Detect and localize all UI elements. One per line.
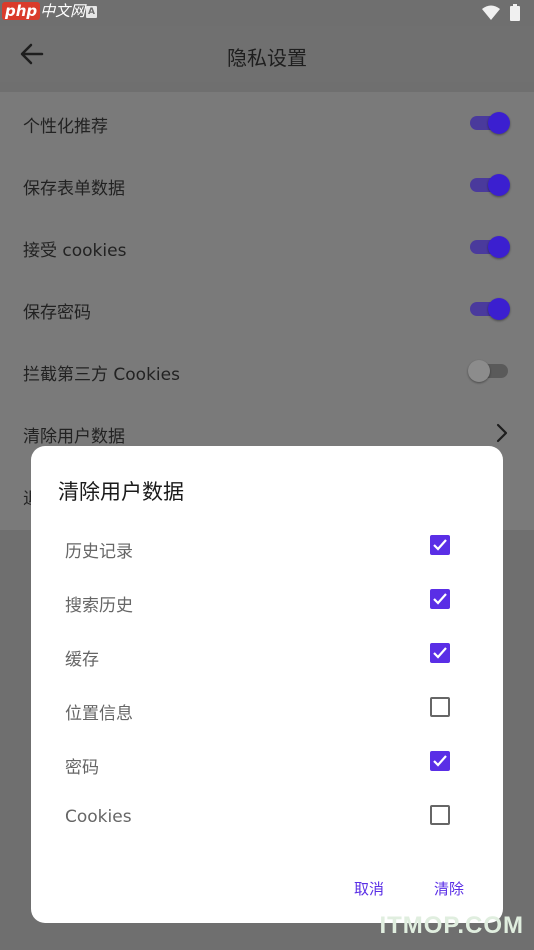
clear-button[interactable]: 清除 (434, 878, 464, 899)
setting-label: 保存密码 (23, 303, 91, 323)
password-checkbox[interactable] (430, 751, 450, 771)
app-bar: 隐私设置 (0, 26, 534, 82)
clear-data-dialog: 清除用户数据 历史记录 搜索历史 缓存 位置信息 密码 Cookies 取消 清… (31, 446, 503, 923)
option-label: 密码 (65, 758, 99, 778)
cache-checkbox[interactable] (430, 643, 450, 663)
search-history-checkbox[interactable] (430, 589, 450, 609)
watermark-php: php 中文网 (2, 0, 85, 21)
dialog-title: 清除用户数据 (58, 480, 184, 504)
setting-row-personalized[interactable]: 个性化推荐 (0, 92, 534, 154)
location-checkbox[interactable] (430, 697, 450, 717)
option-label: 历史记录 (65, 542, 133, 562)
option-label: 搜索历史 (65, 596, 133, 616)
setting-label: 拦截第三方 Cookies (23, 365, 180, 385)
option-label: 位置信息 (65, 704, 133, 724)
sim-a-icon: A (86, 6, 97, 18)
php-logo: php (2, 2, 41, 20)
option-password[interactable]: 密码 (31, 739, 503, 793)
battery-icon (510, 4, 520, 21)
setting-label: 接受 cookies (23, 241, 127, 261)
status-bar: php 中文网 A (0, 0, 534, 26)
setting-row-accept-cookies[interactable]: 接受 cookies (0, 216, 534, 278)
personalized-toggle[interactable] (470, 112, 510, 134)
cookies-checkbox[interactable] (430, 805, 450, 825)
cancel-button[interactable]: 取消 (354, 878, 384, 899)
save-form-toggle[interactable] (470, 174, 510, 196)
wifi-icon (482, 5, 500, 20)
block-third-party-toggle[interactable] (468, 360, 508, 382)
save-password-toggle[interactable] (470, 298, 510, 320)
watermark-text: 中文网 (40, 2, 86, 20)
page-title: 隐私设置 (227, 46, 307, 70)
setting-label: 清除用户数据 (23, 427, 125, 447)
option-label: Cookies (65, 807, 132, 827)
option-search-history[interactable]: 搜索历史 (31, 577, 503, 631)
option-cache[interactable]: 缓存 (31, 631, 503, 685)
accept-cookies-toggle[interactable] (470, 236, 510, 258)
setting-row-save-form[interactable]: 保存表单数据 (0, 154, 534, 216)
setting-label: 个性化推荐 (23, 117, 108, 137)
setting-label: 保存表单数据 (23, 179, 125, 199)
watermark-itmop: ITMOP.COM (379, 912, 524, 939)
option-cookies[interactable]: Cookies (31, 793, 503, 847)
option-label: 缓存 (65, 650, 99, 670)
history-checkbox[interactable] (430, 535, 450, 555)
option-history[interactable]: 历史记录 (31, 523, 503, 577)
setting-row-save-password[interactable]: 保存密码 (0, 278, 534, 340)
setting-row-block-third-party[interactable]: 拦截第三方 Cookies (0, 340, 534, 402)
option-location[interactable]: 位置信息 (31, 685, 503, 739)
chevron-right-icon (496, 423, 508, 443)
